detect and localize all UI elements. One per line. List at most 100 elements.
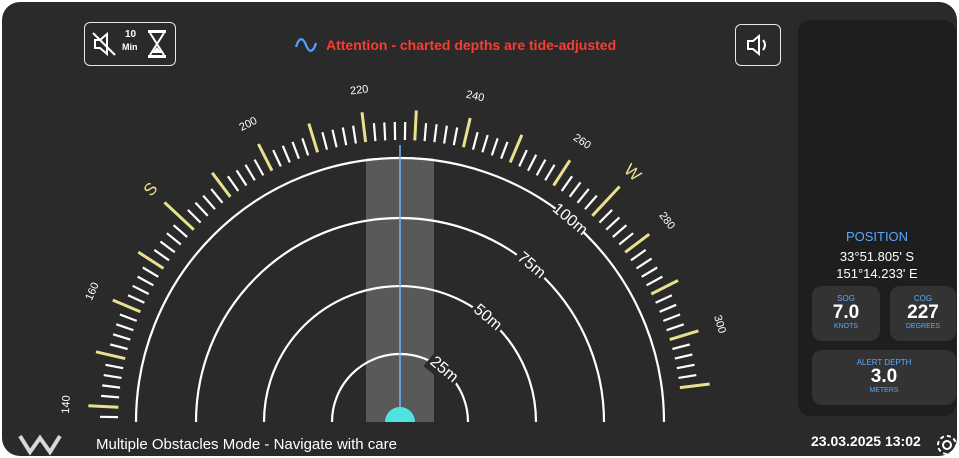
bearing-label: 200 — [237, 115, 259, 134]
bearing-tick — [535, 159, 547, 176]
bearing-tick — [109, 343, 128, 351]
nav-info-panel: POSITION 33°51.805' S 151°14.233' E SOG … — [798, 20, 956, 416]
attention-banner: Attention - charted depths are tide-adju… — [294, 35, 616, 55]
bearing-tick — [202, 194, 216, 210]
bearing-label: 300 — [711, 314, 728, 335]
sonar-view: 140 160 S 200 220 240 260 W 280 300 25m 50m 75m 100m… — [2, 2, 792, 456]
position-title: POSITION — [845, 229, 909, 244]
bearing-tick — [95, 350, 126, 361]
bearing-tick — [127, 294, 145, 304]
bearing-tick — [352, 125, 357, 144]
hourglass-icon — [148, 30, 166, 58]
sog-value: 7.0 — [832, 302, 860, 323]
bearing-tick — [669, 329, 699, 342]
bearing-tick — [666, 323, 685, 332]
bearing-tick — [471, 131, 479, 150]
bearing-tick — [662, 313, 681, 322]
bearing-tick — [102, 384, 121, 389]
bearing-tick — [142, 266, 159, 278]
bearing-label: 160 — [83, 281, 101, 303]
bearing-tick — [591, 185, 621, 217]
bearing-tick — [598, 209, 613, 224]
speaker-muted-icon — [92, 31, 116, 57]
longitude-value: 151°14.233' E — [836, 266, 918, 281]
bearing-label: 240 — [465, 89, 486, 105]
sonar-display: 140160S200220 240260W280300 25m50m75m100m — [60, 83, 728, 423]
bearing-tick — [291, 141, 300, 160]
bearing-tick — [101, 394, 120, 399]
bearing-tick — [159, 240, 176, 254]
bearing-tick — [187, 209, 202, 224]
footer-bar: 23.03.2025 13:02 — [798, 422, 957, 456]
bearing-tick — [461, 117, 472, 148]
bearing-tick — [635, 257, 653, 270]
bearing-tick — [452, 127, 459, 146]
bearing-tick — [115, 323, 134, 332]
cog-value: 227 — [907, 302, 939, 323]
bearing-tick — [568, 181, 582, 198]
bearing-tick — [584, 194, 598, 210]
bearing-tick — [112, 333, 131, 341]
bearing-tick — [227, 175, 240, 192]
bearing-label: 260 — [571, 132, 593, 152]
bearing-label: 140 — [60, 395, 73, 414]
bearing-tick — [257, 143, 274, 172]
bearing-tick — [132, 284, 150, 295]
bearing-tick — [210, 188, 224, 204]
sound-button[interactable] — [735, 24, 781, 66]
cog-unit: DEGREES — [905, 323, 941, 330]
bearing-tick — [163, 201, 195, 231]
bearing-tick — [630, 249, 647, 262]
bearing-tick — [413, 110, 418, 141]
bearing-tick — [618, 232, 634, 246]
alert-depth-unit: METERS — [869, 387, 899, 394]
mute-timer-button[interactable]: 10 Min — [84, 22, 176, 66]
bearing-tick — [112, 298, 141, 314]
bearing-tick — [301, 137, 310, 156]
bearing-tick — [166, 232, 182, 246]
bearing-tick — [560, 175, 573, 192]
bearing-tick — [103, 374, 122, 379]
bearing-tick — [88, 404, 119, 409]
bearing-tick — [544, 164, 556, 181]
bearing-tick — [443, 125, 448, 144]
bearing-tick — [253, 159, 265, 176]
bearing-tick — [659, 303, 677, 313]
wave-icon — [294, 38, 318, 52]
bearing-tick — [235, 169, 248, 187]
bearing-tick — [281, 145, 291, 163]
bearing-tick — [500, 141, 509, 160]
bearing-tick — [194, 201, 209, 217]
brand-logo-icon — [18, 434, 62, 456]
alert-depth-tile[interactable]: ALERT DEPTH 3.0 METERS — [812, 350, 956, 405]
bearing-tick — [481, 134, 489, 153]
alert-depth-value: 3.0 — [870, 366, 898, 387]
bearing-tick — [518, 149, 528, 167]
bearing-label: S — [140, 179, 162, 200]
bearing-tick — [508, 134, 524, 163]
bearing-tick — [490, 137, 499, 156]
bearing-tick — [307, 123, 320, 153]
speaker-icon — [747, 33, 766, 57]
bearing-tick — [137, 275, 154, 287]
bearing-label: W — [620, 160, 645, 185]
bearing-tick — [119, 313, 138, 322]
bearing-tick — [341, 127, 348, 146]
gear-icon[interactable] — [934, 432, 957, 456]
bearing-tick — [360, 112, 368, 143]
bearing-tick — [105, 363, 124, 370]
bearing-tick — [372, 123, 377, 142]
bearing-tick — [423, 123, 428, 142]
bearing-tick — [605, 216, 621, 231]
bearing-tick — [674, 353, 693, 360]
bearing-label: 220 — [349, 83, 369, 97]
bearing-tick — [646, 275, 663, 287]
bearing-tick — [433, 124, 438, 143]
cog-tile: COG 227 DEGREES — [890, 286, 956, 341]
bearing-tick — [527, 154, 538, 172]
mode-status-text: Multiple Obstacles Mode - Navigate with … — [96, 436, 397, 453]
bearing-tick — [679, 382, 710, 390]
bearing-tick — [272, 149, 282, 167]
latitude-value: 33°51.805' S — [839, 249, 915, 264]
bearing-tick — [383, 122, 387, 141]
